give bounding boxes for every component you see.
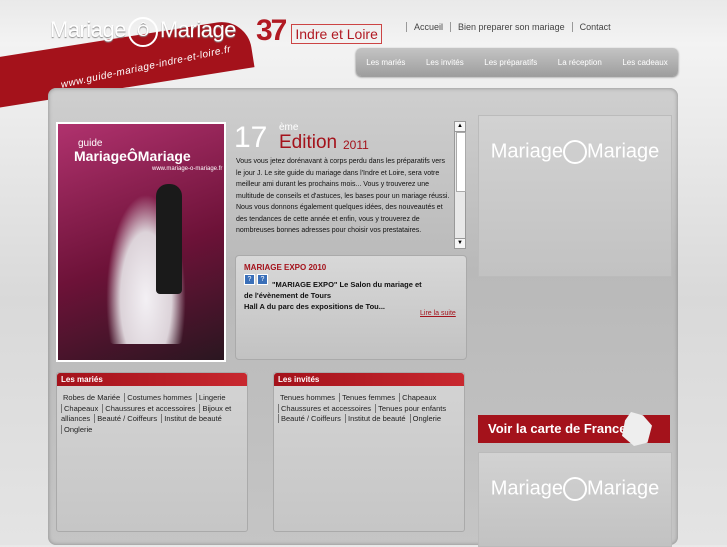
top-nav: Accueil Bien preparer son mariage Contac…	[406, 22, 618, 32]
nav-contact[interactable]: Contact	[571, 22, 618, 32]
right-logo-right-2: Mariage	[587, 477, 660, 500]
cover-url: www.mariage-o-mariage.fr	[152, 166, 223, 172]
link-institut[interactable]: Institut de beauté	[161, 414, 224, 423]
france-map-label: Voir la carte de France	[488, 421, 627, 436]
subnav-cadeaux[interactable]: Les cadeaux	[618, 58, 671, 67]
magazine-cover[interactable]: guide MariageÔMariage www.mariage-o-mari…	[56, 122, 226, 362]
link-chaussures[interactable]: Chaussures et accessoires	[102, 403, 198, 413]
maries-links: Robes de Mariée Costumes hommes Lingerie…	[61, 393, 243, 435]
scroll-down-icon[interactable]: ▼	[455, 238, 465, 248]
invites-box: Les invités Tenues hommes Tenues femmes …	[273, 372, 465, 532]
link-tenues-enfants[interactable]: Tenues pour enfants	[375, 403, 449, 413]
right-logo-bottom[interactable]: Mariage Mariage	[489, 477, 661, 501]
news-body: "MARIAGE EXPO" Le Salon du mariage et de…	[244, 279, 424, 312]
scroll-up-icon[interactable]: ▲	[455, 122, 465, 132]
france-map-button[interactable]: Voir la carte de France	[478, 412, 670, 446]
link-lingerie[interactable]: Lingerie	[195, 393, 228, 402]
link-chaussures-inv[interactable]: Chaussures et accessoires	[278, 403, 374, 413]
news-line3: Hall A du parc des expositions de Tou...	[244, 302, 385, 311]
dept-number: 37	[256, 14, 287, 47]
news-box: MARIAGE EXPO 2010 ? ? "MARIAGE EXPO" Le …	[235, 255, 467, 360]
logo-word-right: Mariage	[159, 17, 236, 42]
edition-word: Edition	[279, 132, 338, 153]
invites-title: Les invités	[274, 373, 464, 386]
logo-word-left: Mariage	[50, 17, 126, 42]
link-onglerie[interactable]: Onglerie	[61, 424, 95, 434]
right-logo-top[interactable]: Mariage Mariage	[489, 140, 661, 164]
logo-o-icon	[563, 477, 587, 501]
edition-year: 2011	[343, 138, 369, 152]
link-onglerie-inv[interactable]: Onglerie	[409, 414, 443, 423]
cover-title: MariageÔMariage	[74, 148, 191, 164]
news-title[interactable]: MARIAGE EXPO 2010	[244, 263, 326, 272]
subnav-reception[interactable]: La réception	[554, 58, 606, 67]
link-chapeaux[interactable]: Chapeaux	[61, 403, 101, 413]
subnav-preparatifs[interactable]: Les préparatifs	[480, 58, 541, 67]
read-more-link[interactable]: Lire la suite	[420, 310, 456, 317]
scroll-thumb[interactable]	[456, 132, 466, 192]
invites-links: Tenues hommes Tenues femmes Chapeaux Cha…	[278, 393, 460, 425]
subnav-maries[interactable]: Les mariés	[362, 58, 409, 67]
news-line2: de l'évènement de Tours	[244, 291, 332, 300]
right-logo-left-2: Mariage	[490, 477, 563, 500]
right-logo-right: Mariage	[587, 140, 660, 163]
nav-accueil[interactable]: Accueil	[406, 22, 450, 32]
site-logo[interactable]: Mariage Ô Mariage	[50, 10, 236, 50]
link-institut-inv[interactable]: Institut de beauté	[345, 414, 408, 423]
dept-name: Indre et Loire	[291, 24, 382, 44]
maries-box: Les mariés Robes de Mariée Costumes homm…	[56, 372, 248, 532]
link-beaute[interactable]: Beauté / Coiffeurs	[94, 414, 160, 423]
section-nav: Les mariés Les invités Les préparatifs L…	[356, 48, 678, 76]
logo-o-icon	[563, 140, 587, 164]
link-chapeaux-inv[interactable]: Chapeaux	[399, 393, 439, 402]
intro-scrollbar[interactable]: ▲ ▼	[454, 121, 466, 249]
link-beaute-inv[interactable]: Beauté / Coiffeurs	[278, 414, 343, 423]
nav-preparer[interactable]: Bien preparer son mariage	[450, 22, 572, 32]
maries-title: Les mariés	[57, 373, 247, 386]
department-badge: 37 Indre et Loire	[256, 14, 382, 48]
intro-text: Vous vous jetez dorénavant à corps perdu…	[236, 158, 450, 234]
edition-number: 17	[234, 121, 268, 154]
subnav-invites[interactable]: Les invités	[422, 58, 468, 67]
france-map-icon	[622, 412, 652, 446]
link-tenues-femmes[interactable]: Tenues femmes	[339, 393, 398, 402]
link-costumes[interactable]: Costumes hommes	[124, 393, 194, 402]
right-logo-left: Mariage	[490, 140, 563, 163]
link-tenues-hommes[interactable]: Tenues hommes	[278, 393, 337, 402]
right-logo-box-top: Mariage Mariage	[478, 115, 672, 277]
news-line1: "MARIAGE EXPO" Le Salon du mariage et	[272, 280, 422, 289]
logo-o-icon: Ô	[127, 17, 158, 47]
right-logo-box-bottom: Mariage Mariage	[478, 452, 672, 547]
link-robes[interactable]: Robes de Mariée	[61, 393, 122, 402]
cover-groom-image	[156, 184, 182, 294]
